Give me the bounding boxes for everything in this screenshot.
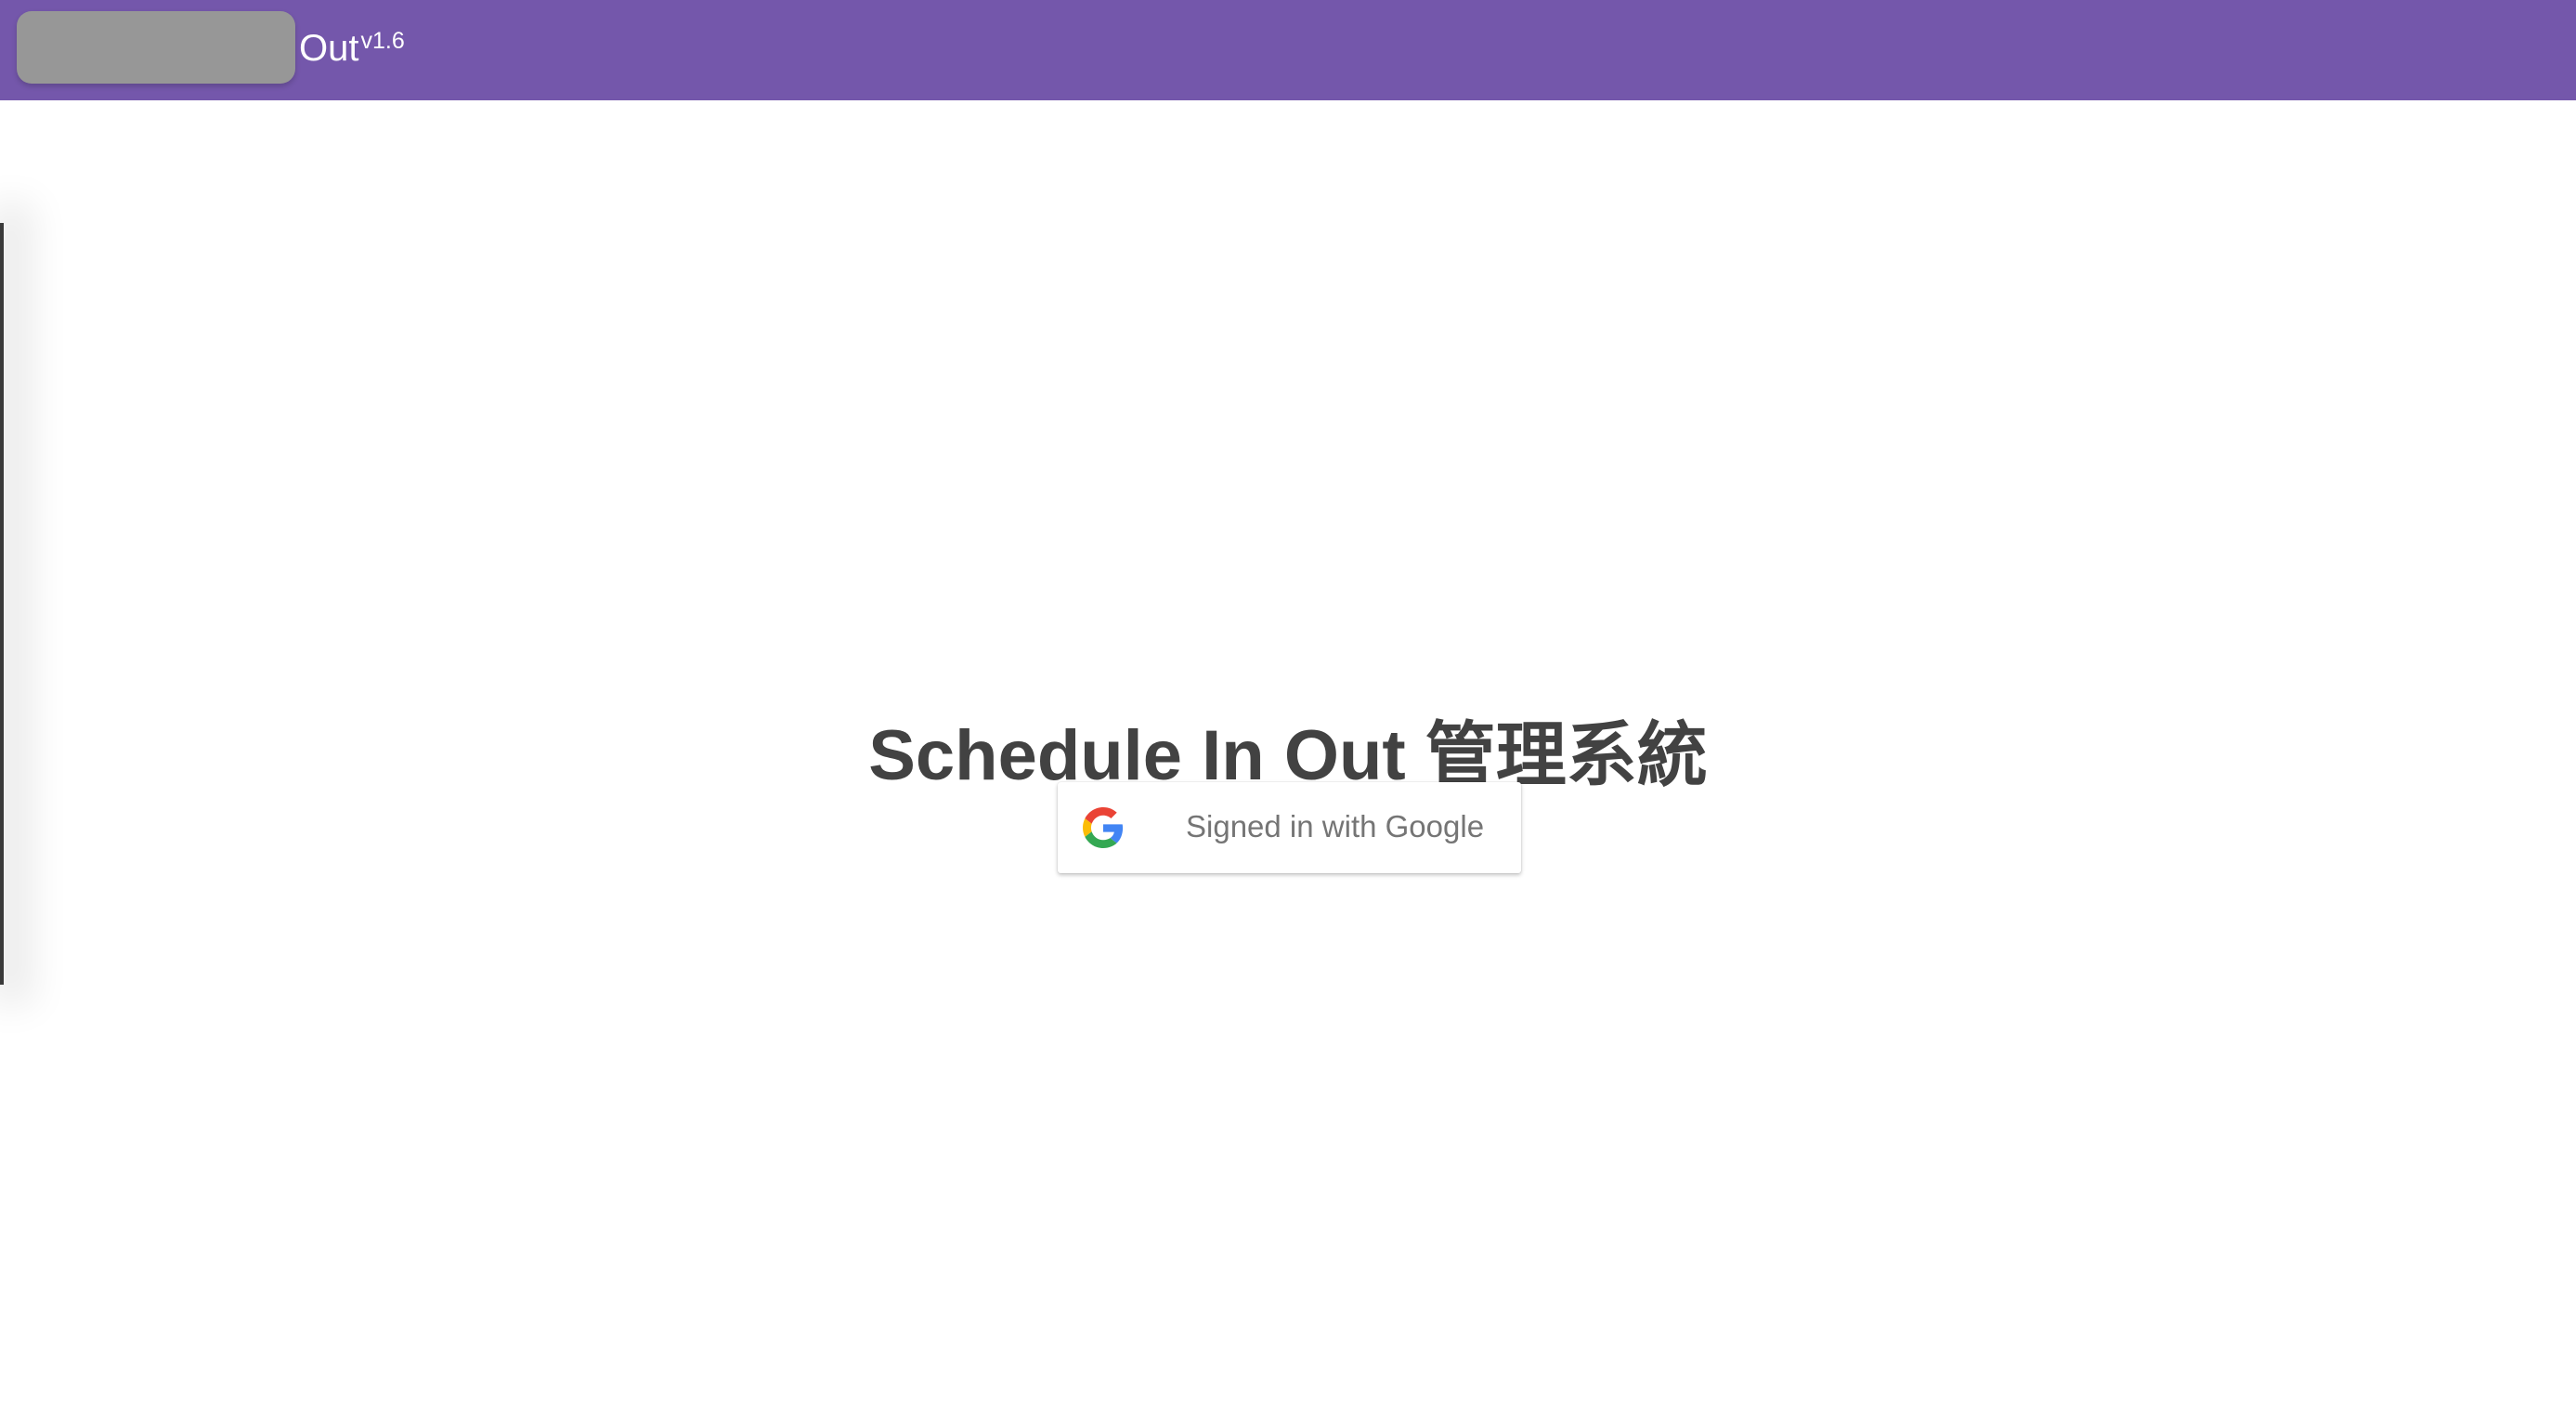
google-sign-in-label: Signed in with Google [1186, 809, 1485, 843]
app-window: Outv1.6 Schedule In Out 管理系統 Signed in w… [0, 0, 2576, 1412]
version-label: v1.6 [360, 28, 405, 54]
brand-name: Out [299, 28, 359, 69]
side-drawer-edge [0, 223, 4, 985]
google-g-icon [1083, 807, 1124, 848]
top-app-bar: Outv1.6 [0, 0, 2576, 100]
app-brand-title: Outv1.6 [299, 26, 405, 71]
google-sign-in-button[interactable]: Signed in with Google [1058, 782, 1521, 873]
app-logo[interactable] [17, 11, 295, 84]
